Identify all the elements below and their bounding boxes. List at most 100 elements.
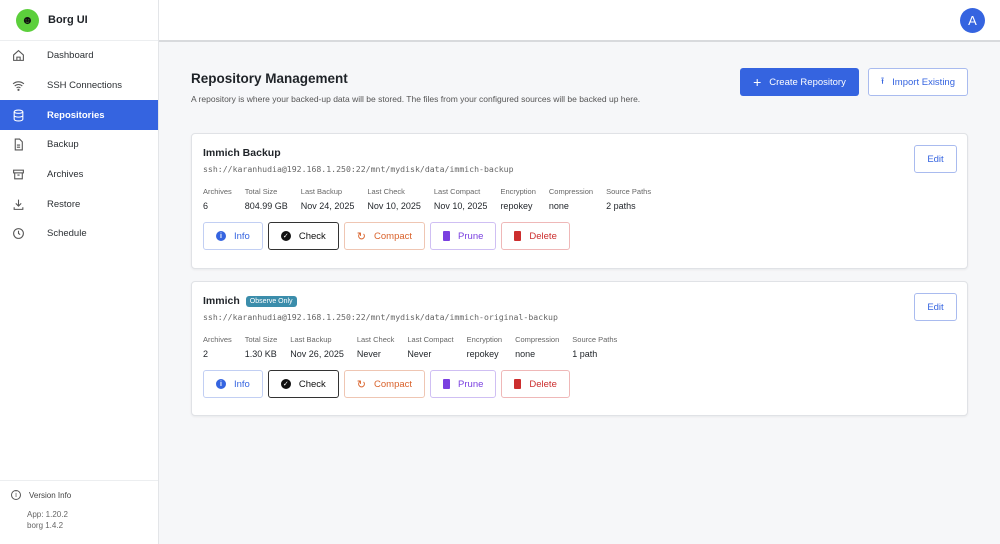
stat-last-compact: Last Compact Never	[407, 335, 453, 359]
sidebar: ☻ Borg UI Dashboard SSH Connections Reposi…	[0, 0, 159, 544]
repository-path: ssh://karanhudia@192.168.1.250:22/mnt/my…	[203, 164, 514, 174]
stat-value: Nov 24, 2025	[300, 201, 355, 211]
stat-encryption: Encryption repokey	[500, 187, 535, 211]
stat-value: none	[515, 349, 536, 359]
import-label: Import Existing	[892, 76, 955, 88]
sidebar-item-label: Repositories	[47, 109, 105, 121]
repository-path: ssh://karanhudia@192.168.1.250:22/mnt/my…	[203, 312, 558, 322]
sidebar-item-schedule[interactable]: Schedule	[0, 219, 158, 249]
stat-value: Nov 26, 2025	[290, 349, 344, 359]
stat-label: Last Compact	[407, 335, 454, 344]
sidebar-item-repositories[interactable]: Repositories	[0, 100, 158, 131]
compact-button[interactable]: ↻ Compact	[343, 370, 426, 398]
stat-label: Last Compact	[433, 187, 481, 196]
stat-value: repokey	[500, 201, 533, 211]
stat-value: 6	[203, 201, 209, 211]
app-version: App: 1.20.2	[27, 510, 68, 519]
archive-icon	[11, 168, 25, 182]
stat-value: Never	[407, 349, 432, 359]
stat-label: Last Backup	[300, 187, 343, 196]
edit-button[interactable]: Edit	[914, 293, 957, 321]
refresh-icon: ↻	[356, 230, 367, 243]
import-existing-button[interactable]: ⭱ Import Existing	[867, 68, 968, 96]
info-button[interactable]: i Info	[203, 222, 263, 250]
prune-button[interactable]: Prune	[430, 222, 497, 250]
sidebar-item-restore[interactable]: Restore	[0, 189, 158, 219]
stat-value: Never	[356, 349, 381, 359]
stat-value: none	[548, 201, 569, 211]
delete-button[interactable]: Delete	[501, 370, 570, 398]
check-button[interactable]: ✓ Check	[267, 370, 339, 398]
compact-button[interactable]: ↻ Compact	[343, 222, 426, 250]
create-repository-button[interactable]: + Create Repository	[740, 68, 859, 96]
stat-last-backup: Last Backup Nov 24, 2025	[301, 187, 355, 211]
stat-label: Archives	[203, 335, 232, 344]
stat-label: Last Check	[356, 335, 395, 344]
stat-value: 804.99 GB	[244, 201, 288, 211]
sidebar-item-backup[interactable]: Backup	[0, 130, 158, 160]
prune-button[interactable]: Prune	[430, 370, 497, 398]
stat-value: repokey	[466, 349, 499, 359]
trash-icon	[514, 231, 522, 241]
stat-last-compact: Last Compact Nov 10, 2025	[434, 187, 488, 211]
observe-only-badge: Observe Only	[245, 295, 297, 307]
check-button[interactable]: ✓ Check	[267, 222, 339, 250]
user-avatar[interactable]: A	[960, 8, 985, 33]
trash-icon	[443, 231, 451, 241]
check-circle-icon: ✓	[280, 379, 291, 389]
clock-icon	[11, 227, 25, 241]
brand: ☻ Borg UI	[0, 0, 158, 41]
button-label: Prune	[458, 230, 484, 242]
delete-button[interactable]: Delete	[501, 222, 570, 250]
stat-value: Nov 10, 2025	[433, 201, 488, 211]
version-info: i Version Info App: 1.20.2 borg 1.4.2	[0, 480, 158, 544]
edit-button[interactable]: Edit	[914, 145, 957, 173]
button-label: Compact	[374, 230, 413, 242]
repository-name: Immich Backup	[203, 147, 281, 159]
button-label: Delete	[529, 378, 557, 390]
trash-icon	[514, 379, 522, 389]
stat-label: Compression	[548, 187, 594, 196]
stat-value: 1.30 KB	[244, 349, 277, 359]
database-icon	[11, 108, 25, 122]
home-icon	[11, 49, 25, 63]
info-icon: i	[11, 490, 21, 500]
stat-label: Total Size	[244, 187, 278, 196]
wifi-icon	[11, 79, 25, 93]
plus-icon: +	[753, 74, 762, 90]
button-label: Prune	[458, 378, 484, 390]
info-circle-icon: i	[216, 379, 226, 389]
create-label: Create Repository	[769, 76, 846, 88]
button-label: Info	[234, 378, 250, 390]
button-label: Check	[298, 378, 326, 390]
borg-version: borg 1.4.2	[27, 521, 64, 530]
sidebar-item-archives[interactable]: Archives	[0, 160, 158, 190]
stat-source-paths: Source Paths 1 path	[572, 335, 617, 359]
check-circle-icon: ✓	[280, 231, 291, 241]
button-label: Compact	[374, 378, 413, 390]
repository-card: Immich Observe Only ssh://karanhudia@192.…	[191, 281, 968, 416]
sidebar-item-label: Backup	[47, 139, 79, 151]
stat-label: Encryption	[500, 187, 536, 196]
stat-value: Nov 10, 2025	[367, 201, 421, 211]
sidebar-item-label: Archives	[47, 169, 84, 181]
sidebar-item-label: Restore	[47, 198, 81, 210]
info-button[interactable]: i Info	[203, 370, 263, 398]
stat-label: Archives	[203, 187, 232, 196]
borg-logo-icon: ☻	[16, 8, 39, 32]
stat-total-size: Total Size 1.30 KB	[245, 335, 278, 359]
file-icon	[11, 138, 25, 152]
sidebar-item-label: Dashboard	[47, 50, 94, 62]
button-label: Check	[298, 230, 326, 242]
top-bar: A	[159, 0, 1000, 42]
stat-label: Encryption	[466, 335, 503, 344]
stat-archives: Archives 6	[203, 187, 232, 211]
app-name: Borg UI	[48, 14, 88, 26]
stat-value: 2	[203, 349, 209, 359]
stat-last-backup: Last Backup Nov 26, 2025	[290, 335, 344, 359]
sidebar-item-dashboard[interactable]: Dashboard	[0, 41, 158, 71]
download-icon	[11, 197, 25, 211]
stat-last-check: Last Check Never	[357, 335, 395, 359]
sidebar-item-label: SSH Connections	[47, 80, 122, 92]
sidebar-item-ssh-connections[interactable]: SSH Connections	[0, 71, 158, 101]
